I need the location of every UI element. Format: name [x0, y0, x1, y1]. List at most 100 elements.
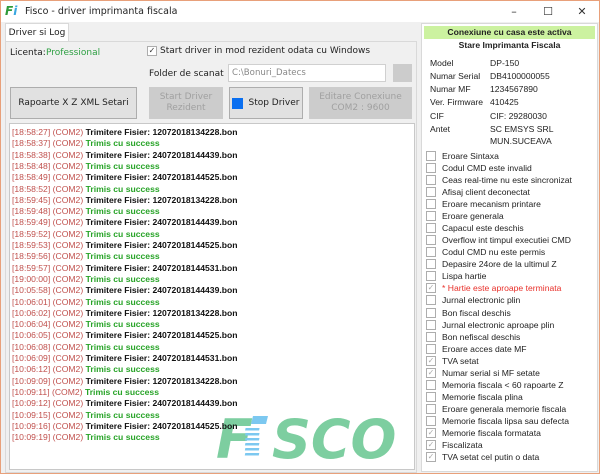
- log-line: [10:06:08] (COM2) Trimis cu success: [12, 342, 160, 353]
- status-flag-checkbox[interactable]: Memoria fiscala < 60 rapoarte Z: [426, 379, 564, 391]
- log-line: [10:09:16] (COM2) Trimitere Fisier: 2407…: [12, 421, 238, 432]
- log-line: [18:59:48] (COM2) Trimis cu success: [12, 206, 160, 217]
- status-flag-checkbox[interactable]: Depasire 24ore de la ultimul Z: [426, 258, 557, 270]
- info-value-text: DB4100000055: [490, 71, 550, 81]
- status-flag-checkbox[interactable]: Memorie fiscala lipsa sau defecta: [426, 415, 569, 427]
- status-flag-checkbox[interactable]: ✓ TVA setat cel putin o data: [426, 451, 539, 463]
- start-driver-button[interactable]: Start Driver Rezident: [149, 87, 223, 119]
- log-port: (COM2): [52, 228, 84, 239]
- logo-letters-sco: SCO: [272, 412, 396, 462]
- log-message: Trimis cu success: [85, 364, 160, 375]
- log-message: Trimitere Fisier: 24072018144531.bon: [85, 262, 238, 273]
- log-line: [18:58:27] (COM2) Trimitere Fisier: 1207…: [12, 127, 238, 138]
- status-flag-checkbox[interactable]: Bon nefiscal deschis: [426, 331, 520, 343]
- log-time: [10:09:11]: [12, 386, 50, 397]
- browse-folder-button[interactable]: [393, 64, 412, 82]
- status-flag-checkbox[interactable]: Jurnal electronic plin: [426, 294, 520, 306]
- info-key: Ver. Firmware: [430, 97, 484, 107]
- log-time: [18:59:53]: [12, 240, 51, 250]
- license-label: Licenta:: [10, 48, 46, 58]
- status-flag-label: Capacul este deschis: [442, 223, 524, 234]
- log-line: [18:58:49] (COM2) Trimitere Fisier: 2407…: [12, 172, 238, 183]
- checkbox-empty-icon: [426, 211, 436, 222]
- status-flag-checkbox[interactable]: Eroare acces date MF: [426, 343, 527, 355]
- status-flag-checkbox[interactable]: ✓ TVA setat: [426, 355, 479, 367]
- autostart-checkbox[interactable]: ✓ Start driver in mod rezident odata cu …: [147, 46, 370, 56]
- app-logo-icon: Fi: [5, 4, 18, 18]
- folder-label: Folder de scanat: [149, 69, 224, 79]
- license-value: Professional: [46, 48, 101, 58]
- status-flag-checkbox[interactable]: Afisaj client deconectat: [426, 186, 530, 198]
- minimize-button[interactable]: –: [497, 3, 531, 20]
- log-line: [10:09:19] (COM2) Trimis cu success: [12, 432, 160, 443]
- status-flag-checkbox[interactable]: ✓ Numar serial si MF setate: [426, 367, 540, 379]
- status-flag-label: Bon fiscal deschis: [442, 307, 511, 318]
- log-port: (COM2): [52, 217, 84, 228]
- folder-input[interactable]: C:\Bonuri_Datecs: [228, 64, 386, 82]
- status-flag-checkbox[interactable]: Ceas real-time nu este sincronizat: [426, 174, 572, 186]
- info-value-text: 1234567890: [490, 84, 538, 94]
- status-flag-label: Bon nefiscal deschis: [442, 331, 521, 342]
- edit-connection-button[interactable]: Editare Conexiune COM2 : 9600: [309, 87, 412, 119]
- status-flag-label: Memorie fiscala plina: [442, 391, 523, 402]
- stop-square-icon: [232, 97, 244, 109]
- log-message: Trimis cu success: [85, 296, 160, 307]
- log-port: (COM2): [52, 194, 84, 205]
- info-value: SC EMSYS SRL MUN.SUCEAVA: [490, 123, 554, 147]
- checkbox-checked-icon: ✓: [426, 283, 436, 294]
- log-message: Trimitere Fisier: 12072018134228.bon: [85, 375, 238, 386]
- log-line: [18:59:52] (COM2) Trimis cu success: [12, 229, 160, 240]
- status-flag-checkbox[interactable]: Eroare generala: [426, 210, 504, 222]
- checkbox-empty-icon: [426, 415, 436, 426]
- status-flag-checkbox[interactable]: Bon fiscal deschis: [426, 307, 511, 319]
- status-flag-label: Numar serial si MF setate: [442, 367, 540, 378]
- close-button[interactable]: ✕: [565, 3, 599, 20]
- log-port: (COM2): [51, 386, 83, 397]
- reports-settings-button[interactable]: Rapoarte X Z XML Setari: [10, 87, 137, 119]
- status-flag-checkbox[interactable]: Capacul este deschis: [426, 222, 524, 234]
- log-port: (COM2): [52, 375, 84, 386]
- status-flag-checkbox[interactable]: Eroare Sintaxa: [426, 150, 499, 162]
- checkbox-empty-icon: [426, 343, 436, 354]
- status-flag-checkbox[interactable]: Overflow int timpul executiei CMD: [426, 234, 571, 246]
- info-value: DB4100000055: [490, 70, 550, 82]
- tab-driver-si-log[interactable]: Driver si Log: [5, 23, 69, 42]
- status-flag-checkbox[interactable]: Jurnal electronic aproape plin: [426, 319, 554, 331]
- status-flag-label: Jurnal electronic aproape plin: [442, 319, 555, 330]
- status-flag-checkbox[interactable]: Memorie fiscala plina: [426, 391, 523, 403]
- connection-status-banner: Conexiune cu casa este activa: [424, 26, 595, 39]
- log-message: Trimitere Fisier: 24072018144531.bon: [85, 353, 238, 363]
- log-message: Trimis cu success: [85, 183, 160, 194]
- status-flag-checkbox[interactable]: ✓ Fiscalizata: [426, 439, 483, 451]
- log-message: Trimis cu success: [85, 228, 160, 239]
- log-time: [10:06:04]: [12, 319, 51, 330]
- log-time: [10:06:01]: [12, 296, 51, 307]
- log-message: Trimitere Fisier: 12072018134228.bon: [85, 127, 238, 137]
- status-flag-checkbox[interactable]: Lispa hartie: [426, 270, 486, 282]
- log-port: (COM2): [52, 262, 84, 273]
- status-flag-checkbox[interactable]: Codul CMD este invalid: [426, 162, 532, 174]
- checkbox-empty-icon: [426, 391, 436, 402]
- checkbox-empty-icon: [426, 331, 436, 342]
- status-flag-checkbox[interactable]: Codul CMD nu este permis: [426, 246, 545, 258]
- log-message: Trimis cu success: [85, 138, 160, 149]
- status-flag-label: Eroare generala memorie fiscala: [442, 403, 567, 414]
- log-time: [18:58:52]: [12, 183, 51, 194]
- status-flag-checkbox[interactable]: Eroare generala memorie fiscala: [426, 403, 566, 415]
- log-time: [10:06:09]: [12, 353, 51, 363]
- log-time: [18:58:37]: [12, 138, 51, 149]
- status-flag-label: Overflow int timpul executiei CMD: [442, 235, 571, 246]
- status-flag-checkbox[interactable]: Eroare mecanism printare: [426, 198, 541, 210]
- log-port: (COM2): [52, 273, 84, 284]
- status-flag-checkbox[interactable]: ✓ Memorie fiscala formatata: [426, 427, 541, 439]
- checkbox-empty-icon: [426, 175, 436, 186]
- status-flag-label: Memorie fiscala formatata: [442, 427, 541, 438]
- log-textbox[interactable]: F SCO [18:58:27] (COM2) Trimitere Fisier…: [9, 123, 415, 470]
- stop-driver-button[interactable]: Stop Driver: [229, 87, 303, 119]
- log-message: Trimis cu success: [85, 409, 160, 420]
- log-port: (COM2): [52, 296, 84, 307]
- log-line: [10:09:11] (COM2) Trimis cu success: [12, 387, 159, 398]
- maximize-button[interactable]: ☐: [531, 3, 565, 20]
- status-flag-checkbox[interactable]: ✓ * Hartie este aproape terminata: [426, 282, 561, 294]
- checkbox-empty-icon: [426, 259, 436, 270]
